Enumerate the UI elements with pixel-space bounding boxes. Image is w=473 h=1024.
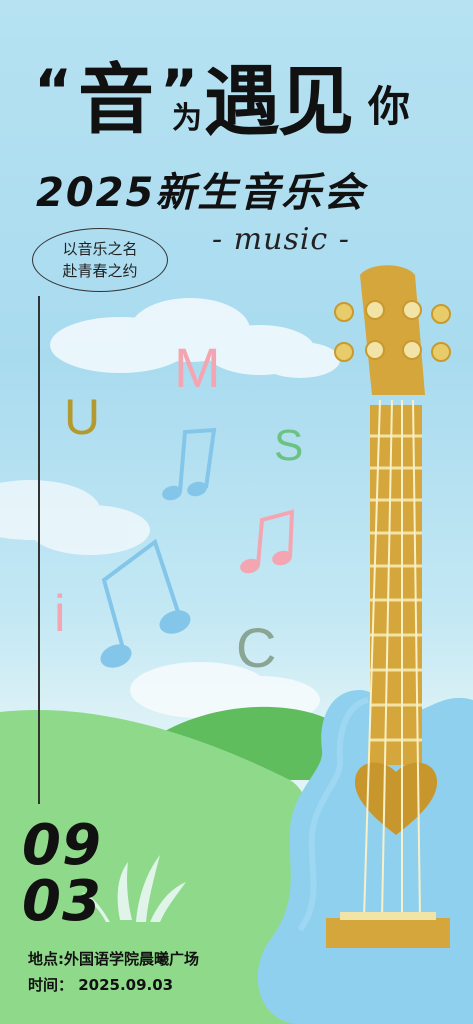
letter-i: i bbox=[54, 585, 66, 643]
title-chars-yujian: 遇见 bbox=[204, 57, 354, 146]
cloud bbox=[0, 480, 150, 555]
divider-line bbox=[38, 296, 40, 804]
slogan-line-1: 以音乐之名 bbox=[62, 240, 138, 258]
date-day: 03 bbox=[22, 869, 102, 934]
title-quote-open: “ bbox=[34, 57, 73, 125]
letter-m: M bbox=[174, 336, 221, 399]
event-subtitle: 2025新生音乐会 bbox=[36, 170, 366, 216]
letter-c: C bbox=[236, 616, 277, 679]
main-title: “ 音 ” 为 遇见 你 bbox=[30, 60, 450, 150]
guitar bbox=[257, 265, 473, 1024]
music-note-icon bbox=[240, 509, 295, 574]
date-month: 09 bbox=[22, 813, 102, 878]
music-note-icon bbox=[100, 538, 191, 668]
title-char-wei: 为 bbox=[172, 101, 202, 136]
slogan-line-2: 赴青春之约 bbox=[62, 262, 138, 280]
letter-u: U bbox=[64, 389, 101, 445]
slogan-badge: 以音乐之名 赴青春之约 bbox=[32, 228, 168, 292]
music-note-icon bbox=[162, 427, 217, 501]
music-tag: - music - bbox=[212, 222, 350, 257]
title-char-yin: 音 bbox=[78, 55, 154, 144]
poster: “ 音 ” 为 遇见 你 2025新生音乐会 - music - 以音乐之名 赴… bbox=[0, 0, 473, 1024]
letter-s: S bbox=[274, 421, 304, 470]
event-time: 时间： 2025.09.03 bbox=[28, 976, 174, 994]
event-location: 地点:外国语学院晨曦广场 bbox=[28, 950, 199, 968]
title-char-ni: 你 bbox=[368, 82, 411, 131]
